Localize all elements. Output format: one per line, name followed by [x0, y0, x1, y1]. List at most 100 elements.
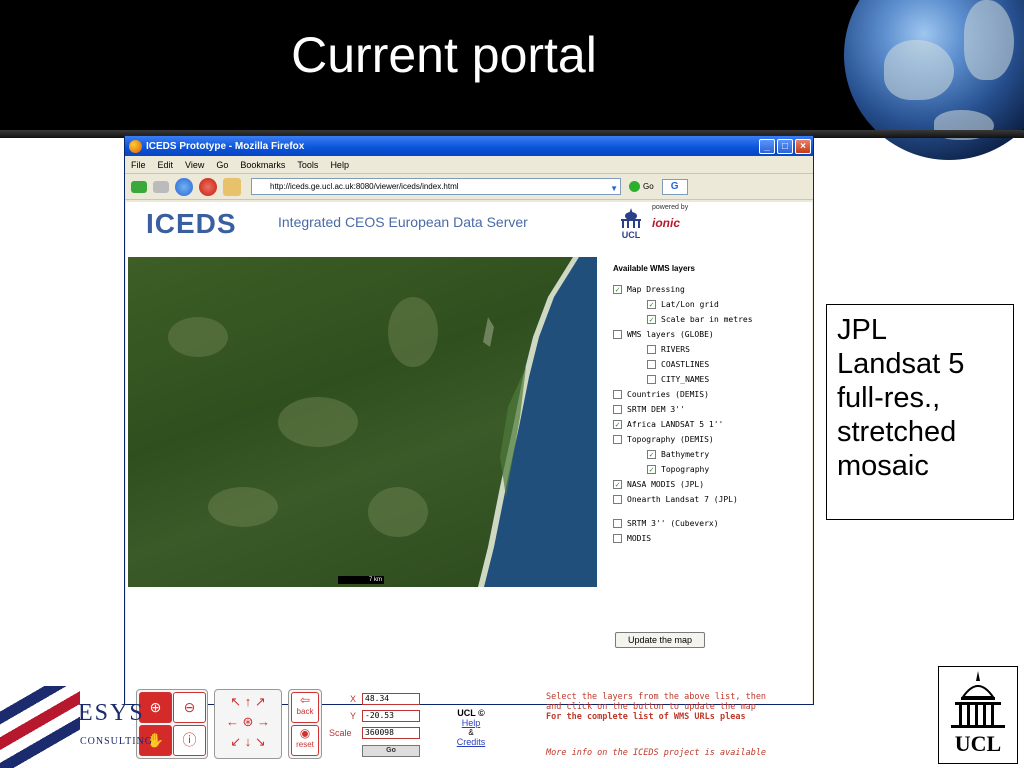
- coords-go-button[interactable]: Go: [362, 745, 420, 757]
- layer-checkbox[interactable]: ✓: [647, 450, 656, 459]
- layer-checkbox[interactable]: ✓: [613, 285, 622, 294]
- reset-label: reset: [296, 740, 314, 749]
- layer-label: COASTLINES: [661, 360, 710, 369]
- layer-row[interactable]: Onearth Landsat 7 (JPL): [613, 495, 813, 519]
- layer-row[interactable]: ✓ Bathymetry: [613, 450, 813, 465]
- layer-label: Africa LANDSAT 5 1'': [627, 420, 724, 429]
- menu-bar: File Edit View Go Bookmarks Tools Help: [125, 156, 813, 174]
- layer-label: Map Dressing: [627, 285, 685, 294]
- layer-label: Lat/Lon grid: [661, 300, 719, 309]
- pan-arrows-icon[interactable]: ↖ ↑ ↗ ← ⊛ → ↙ ↓ ↘: [217, 692, 279, 756]
- layer-row[interactable]: SRTM 3'' (Cubeverx): [613, 519, 813, 534]
- menu-bookmarks[interactable]: Bookmarks: [240, 160, 285, 170]
- layer-row[interactable]: WMS layers (GLOBE): [613, 330, 813, 345]
- layer-row[interactable]: Countries (DEMIS): [613, 390, 813, 405]
- layer-row[interactable]: ✓ Lat/Lon grid: [613, 300, 813, 315]
- help-link[interactable]: Help: [446, 718, 496, 728]
- layer-checkbox[interactable]: [647, 360, 656, 369]
- ucl-logo: UCL: [938, 666, 1018, 764]
- layer-row[interactable]: CITY_NAMES: [613, 375, 813, 390]
- info-instructions: Select the layers from the above list, t…: [546, 692, 786, 722]
- update-map-button[interactable]: Update the map: [615, 632, 705, 648]
- window-title: ICEDS Prototype - Mozilla Firefox: [146, 140, 305, 152]
- credits-link[interactable]: Credits: [446, 737, 496, 747]
- menu-file[interactable]: File: [131, 160, 146, 170]
- layer-label: NASA MODIS (JPL): [627, 480, 705, 489]
- info-tool[interactable]: ⓘ: [173, 725, 206, 756]
- layer-checkbox[interactable]: [613, 534, 622, 543]
- menu-help[interactable]: Help: [330, 160, 349, 170]
- layer-label: Topography (DEMIS): [627, 435, 714, 444]
- menu-tools[interactable]: Tools: [297, 160, 318, 170]
- menu-view[interactable]: View: [185, 160, 204, 170]
- layer-row[interactable]: COASTLINES: [613, 360, 813, 375]
- layer-checkbox[interactable]: [647, 345, 656, 354]
- layer-label: WMS layers (GLOBE): [627, 330, 714, 339]
- layer-checkbox[interactable]: ✓: [613, 420, 622, 429]
- layer-row[interactable]: Topography (DEMIS): [613, 435, 813, 450]
- scale-input[interactable]: 360098: [362, 727, 420, 739]
- layer-checkbox[interactable]: [613, 390, 622, 399]
- y-input[interactable]: -20.53: [362, 710, 420, 722]
- layer-label: SRTM DEM 3'': [627, 405, 685, 414]
- info-line-4[interactable]: More info on the ICEDS project is availa…: [546, 748, 786, 758]
- layer-checkbox[interactable]: ✓: [647, 300, 656, 309]
- back-label: back: [296, 707, 314, 716]
- go-button[interactable]: Go: [629, 181, 654, 192]
- nav-toolbar: http://iceds.ge.ucl.ac.uk:8080/viewer/ic…: [125, 174, 813, 200]
- google-search-field[interactable]: G: [661, 178, 688, 195]
- info-line-1: Select the layers from the above list, t…: [546, 692, 767, 702]
- minimize-button[interactable]: _: [759, 138, 775, 154]
- layer-row[interactable]: ✓ Scale bar in metres: [613, 315, 813, 330]
- home-icon[interactable]: [223, 177, 241, 196]
- url-text: http://iceds.ge.ucl.ac.uk:8080/viewer/ic…: [270, 182, 459, 191]
- layer-list: ✓ Map Dressing ✓ Lat/Lon grid ✓ Scale bar in …: [613, 285, 813, 549]
- map-view[interactable]: 7 km: [128, 257, 597, 587]
- layer-label: SRTM 3'' (Cubeverx): [627, 519, 719, 528]
- layer-checkbox[interactable]: [613, 495, 622, 504]
- layer-row[interactable]: MODIS: [613, 534, 813, 549]
- layer-label: MODIS: [627, 534, 652, 543]
- layer-row[interactable]: ✓ Topography: [613, 465, 813, 480]
- back-arrow-icon: ⇦: [299, 693, 311, 707]
- scale-label: Scale: [329, 728, 352, 738]
- back-button[interactable]: ⇦ back: [291, 692, 319, 723]
- layer-label: Topography: [661, 465, 710, 474]
- url-dropdown-icon[interactable]: ▼: [610, 181, 618, 196]
- url-field[interactable]: http://iceds.ge.ucl.ac.uk:8080/viewer/ic…: [251, 178, 621, 195]
- reset-button[interactable]: ◉ reset: [291, 725, 319, 756]
- forward-arrow-icon[interactable]: [153, 180, 169, 193]
- layer-row[interactable]: ✓ Africa LANDSAT 5 1'': [613, 420, 813, 435]
- menu-edit[interactable]: Edit: [158, 160, 174, 170]
- layer-row[interactable]: SRTM DEM 3'': [613, 405, 813, 420]
- powered-by-label: powered by: [652, 204, 689, 211]
- layer-checkbox[interactable]: ✓: [647, 465, 656, 474]
- layer-checkbox[interactable]: [613, 405, 622, 414]
- layer-row[interactable]: ✓ Map Dressing: [613, 285, 813, 300]
- maximize-button[interactable]: □: [777, 138, 793, 154]
- layers-heading: Available WMS layers: [613, 264, 695, 273]
- menu-go[interactable]: Go: [216, 160, 228, 170]
- back-arrow-icon[interactable]: [131, 180, 147, 193]
- esys-flag-graphic: [0, 686, 80, 768]
- layer-checkbox[interactable]: ✓: [613, 480, 622, 489]
- layer-row[interactable]: RIVERS: [613, 345, 813, 360]
- layer-checkbox[interactable]: ✓: [647, 315, 656, 324]
- layer-checkbox[interactable]: [613, 519, 622, 528]
- info-line-3[interactable]: For the complete list of WMS URLs pleas: [546, 712, 786, 722]
- callout-line-4: stretched: [837, 416, 957, 448]
- reload-icon[interactable]: [175, 177, 193, 196]
- stop-icon[interactable]: [199, 177, 217, 196]
- layer-checkbox[interactable]: [613, 330, 622, 339]
- close-button[interactable]: ×: [795, 138, 811, 154]
- layer-checkbox[interactable]: [647, 375, 656, 384]
- callout-line-1: JPL: [837, 314, 887, 346]
- esys-consulting: CONSULTING: [80, 736, 153, 747]
- ucl-logo-label: UCL: [954, 731, 1002, 756]
- zoom-out-tool[interactable]: ⊖: [173, 692, 206, 723]
- layer-row[interactable]: ✓ NASA MODIS (JPL): [613, 480, 813, 495]
- window-titlebar[interactable]: ICEDS Prototype - Mozilla Firefox _ □ ×: [125, 136, 813, 156]
- x-input[interactable]: 48.34: [362, 693, 420, 705]
- layer-checkbox[interactable]: [613, 435, 622, 444]
- firefox-icon: [129, 139, 142, 153]
